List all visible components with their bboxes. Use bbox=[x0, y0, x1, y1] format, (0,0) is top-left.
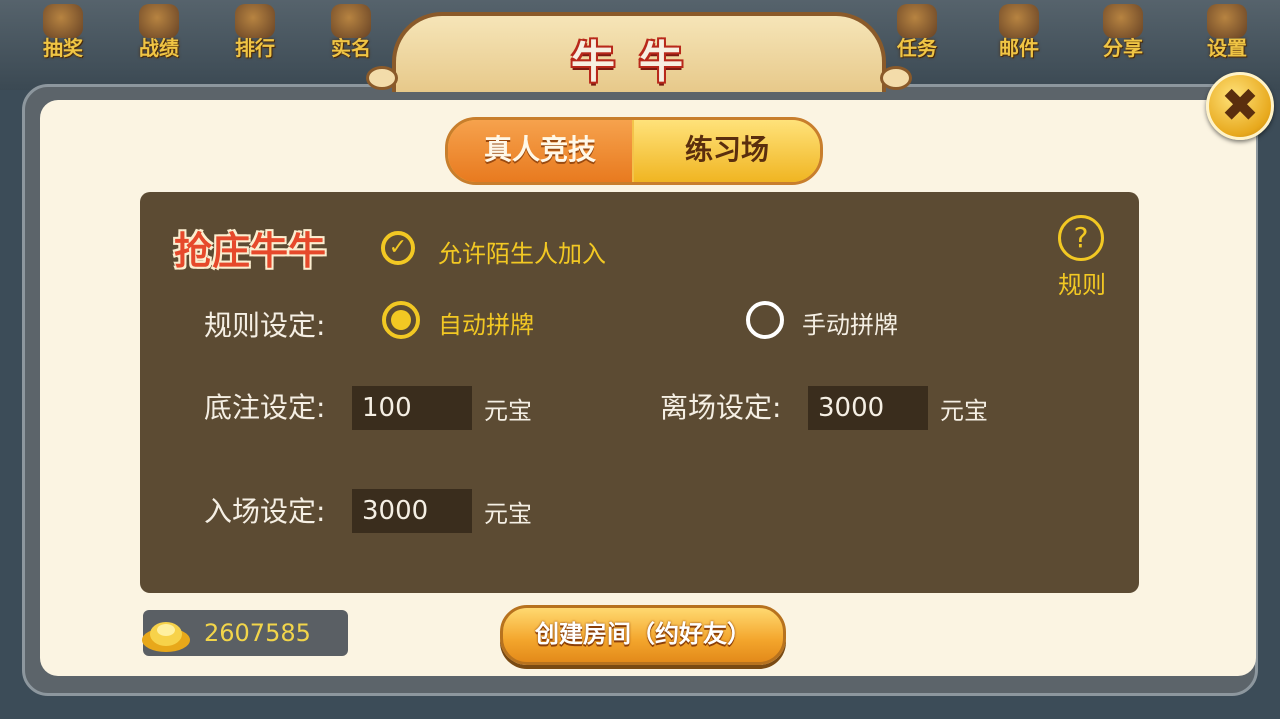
create-room-button[interactable]: 创建房间（约好友） bbox=[500, 605, 786, 665]
gold-balance-value: 2607585 bbox=[204, 619, 311, 647]
base-bet-unit: 元宝 bbox=[484, 397, 532, 425]
rank-icon bbox=[235, 4, 275, 38]
leave-setting-input[interactable]: 3000 bbox=[808, 386, 928, 430]
help-button[interactable]: ? bbox=[1058, 215, 1104, 261]
leave-setting-label: 离场设定: bbox=[660, 391, 782, 424]
nav-rank-button[interactable]: 排行 bbox=[220, 4, 290, 66]
entry-setting-input[interactable]: 3000 bbox=[352, 489, 472, 533]
realname-icon bbox=[331, 4, 371, 38]
rule-setting-label: 规则设定: bbox=[204, 309, 326, 342]
nav-share-button[interactable]: 分享 bbox=[1088, 4, 1158, 66]
nav-task-button[interactable]: 任务 bbox=[882, 4, 952, 66]
nav-mail-button[interactable]: 邮件 bbox=[984, 4, 1054, 66]
entry-setting-label: 入场设定: bbox=[204, 495, 326, 528]
close-icon: ✖ bbox=[1220, 78, 1260, 132]
gold-ingot-icon bbox=[142, 622, 190, 652]
nav-record-button[interactable]: 战绩 bbox=[124, 4, 194, 66]
entry-setting-unit: 元宝 bbox=[484, 500, 532, 528]
record-icon bbox=[139, 4, 179, 38]
close-button[interactable]: ✖ bbox=[1206, 72, 1274, 140]
lottery-icon bbox=[43, 4, 83, 38]
share-icon bbox=[1103, 4, 1143, 38]
check-icon: ✓ bbox=[388, 235, 408, 260]
base-bet-input[interactable]: 100 bbox=[352, 386, 472, 430]
mail-icon bbox=[999, 4, 1039, 38]
game-mode-title: 抢庄牛牛 bbox=[174, 229, 327, 273]
task-icon bbox=[897, 4, 937, 38]
title-banner: 牛牛 bbox=[366, 12, 912, 92]
tab-real-match[interactable]: 真人竞技 bbox=[448, 120, 632, 182]
allow-strangers-label: 允许陌生人加入 bbox=[438, 240, 606, 268]
auto-arrange-label: 自动拼牌 bbox=[438, 311, 534, 339]
leave-setting-unit: 元宝 bbox=[940, 397, 988, 425]
auto-arrange-radio[interactable] bbox=[382, 301, 420, 339]
nav-lottery-button[interactable]: 抽奖 bbox=[28, 4, 98, 66]
base-bet-label: 底注设定: bbox=[204, 391, 326, 424]
scroll-ornament bbox=[366, 66, 398, 90]
help-label[interactable]: 规则 bbox=[1058, 265, 1106, 300]
settings-icon bbox=[1207, 4, 1247, 38]
allow-strangers-checkbox[interactable]: ✓ bbox=[381, 231, 415, 265]
dialog-title: 牛牛 bbox=[571, 37, 707, 88]
scroll-ornament bbox=[880, 66, 912, 90]
nav-settings-button[interactable]: 设置 bbox=[1192, 4, 1262, 66]
manual-arrange-radio[interactable] bbox=[746, 301, 784, 339]
mode-tabs: 真人竞技 练习场 bbox=[445, 117, 823, 185]
question-icon: ? bbox=[1073, 221, 1089, 254]
nav-realname-button[interactable]: 实名 bbox=[316, 4, 386, 66]
manual-arrange-label: 手动拼牌 bbox=[802, 311, 898, 339]
tab-practice[interactable]: 练习场 bbox=[634, 120, 820, 182]
